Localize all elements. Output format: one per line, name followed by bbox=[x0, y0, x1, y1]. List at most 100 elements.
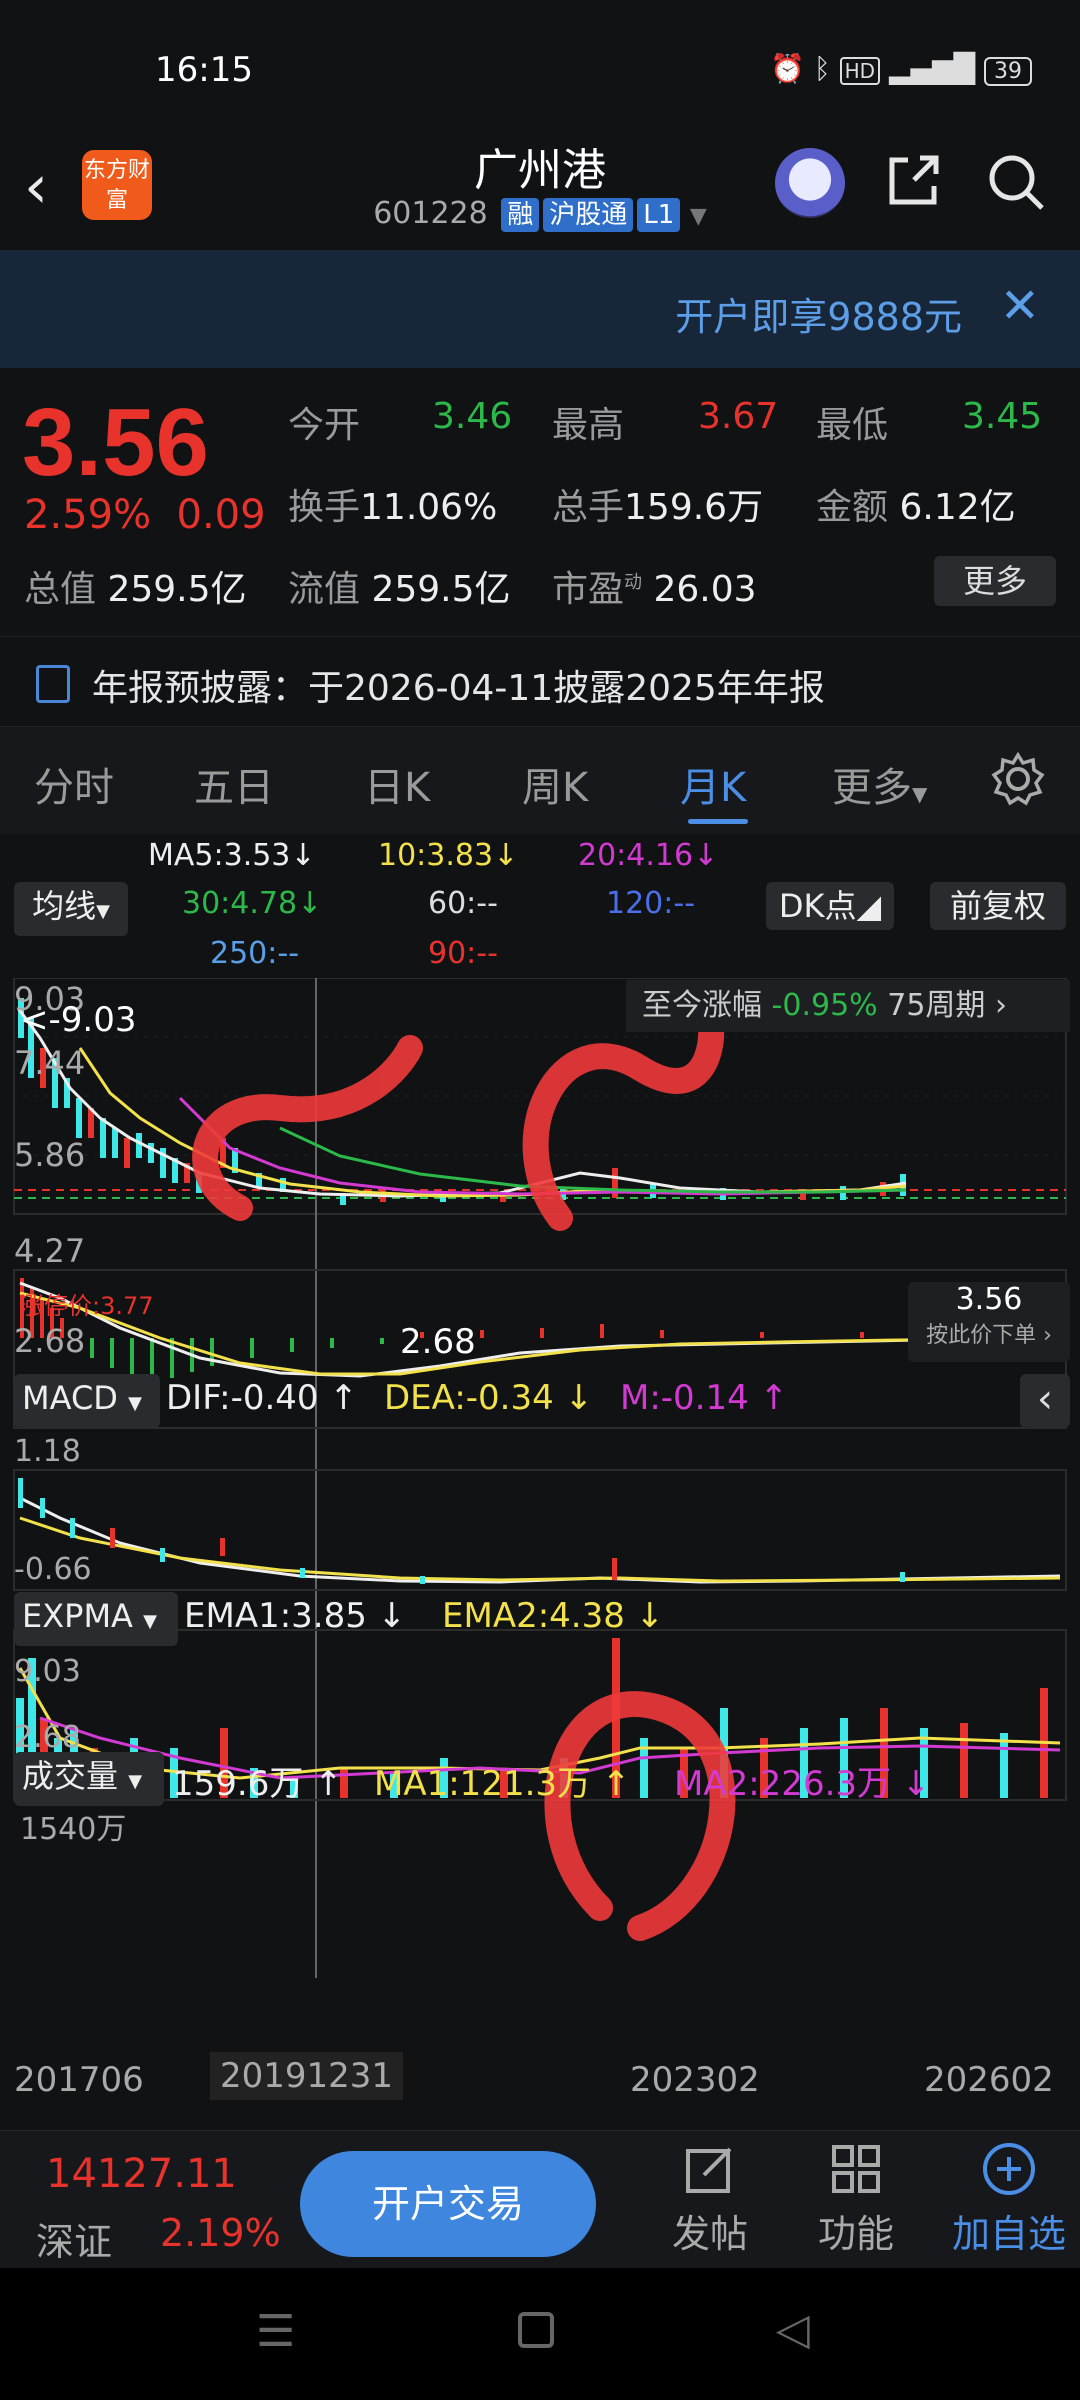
edit-icon bbox=[686, 2147, 732, 2193]
ma30-line bbox=[279, 1126, 907, 1194]
ma90-legend: 90:-- bbox=[428, 936, 498, 971]
document-icon bbox=[36, 665, 70, 703]
active-tab-indicator bbox=[688, 819, 748, 824]
home-icon[interactable] bbox=[518, 2312, 554, 2348]
alarm-icon: ⏰ bbox=[770, 52, 805, 85]
menu-icon[interactable]: ☰ bbox=[256, 2306, 295, 2357]
promo-banner[interactable]: 开户即享9888元 ✕ bbox=[0, 250, 1080, 368]
turnover-stat: 换手11.06% bbox=[288, 487, 498, 528]
price-change: 2.59% 0.09 bbox=[24, 492, 266, 538]
battery-icon: 39 bbox=[984, 57, 1032, 86]
index-name: 深证 bbox=[36, 2220, 113, 2264]
tab-weekly-k[interactable]: 周K bbox=[522, 755, 588, 813]
status-icons: ⏰ ᛒ HD ▂▄▆█ 39 bbox=[770, 52, 1032, 86]
pe-stat: 市盈动 26.03 bbox=[552, 569, 757, 610]
ma20-legend: 20:4.16↓ bbox=[578, 838, 719, 873]
expma-candles bbox=[18, 1478, 905, 1584]
volume-value: 159.6万 ↑ bbox=[172, 1764, 343, 1804]
dk-point-button[interactable]: DK点◢ bbox=[766, 882, 894, 930]
tab-five-day[interactable]: 五日 bbox=[194, 755, 274, 813]
more-stats-button[interactable]: 更多 bbox=[934, 556, 1056, 606]
open-stat: 今开 bbox=[288, 405, 361, 446]
expma-top-label: 9.03 bbox=[14, 1654, 81, 1689]
back-nav-icon[interactable]: ◁ bbox=[776, 2304, 810, 2355]
date-label-start: 201706 bbox=[14, 2060, 144, 2100]
tab-daily-k[interactable]: 日K bbox=[364, 755, 430, 813]
float-value-stat: 流值 259.5亿 bbox=[288, 569, 511, 610]
post-button[interactable]: 发帖 bbox=[650, 2141, 770, 2258]
gear-icon[interactable] bbox=[990, 751, 1046, 807]
vol-ma1-value: MA1:121.3万 ↑ bbox=[374, 1764, 631, 1804]
ma120-legend: 120:-- bbox=[606, 886, 696, 921]
collapse-panel-button[interactable]: ‹ bbox=[1020, 1374, 1070, 1428]
y-label-3: 4.27 bbox=[14, 1232, 86, 1270]
bottom-action-bar: 14127.11 深证 2.19% 开户交易 发帖 功能 加自选 bbox=[0, 2130, 1080, 2268]
notice-text: 年报预披露：于2026-04-11披露2025年年报 bbox=[92, 668, 825, 709]
change-pct: 2.59% bbox=[24, 492, 152, 538]
low-stat: 最低 bbox=[816, 405, 889, 446]
ema2-value: EMA2:4.38 ↓ bbox=[442, 1596, 665, 1636]
ma5-line bbox=[16, 1007, 907, 1198]
ma10-legend: 10:3.83↓ bbox=[378, 838, 519, 873]
open-value: 3.46 bbox=[432, 396, 513, 437]
macd-top-label: 1.18 bbox=[14, 1434, 81, 1469]
plus-circle-icon bbox=[983, 2143, 1035, 2195]
expma-indicator-select[interactable]: EXPMA ▼ bbox=[14, 1592, 178, 1646]
change-amount: 0.09 bbox=[176, 492, 266, 538]
date-label-cursor: 20191231 bbox=[210, 2052, 404, 2100]
tag-level: L1 bbox=[637, 198, 681, 232]
chevron-down-icon: ▼ bbox=[689, 204, 707, 229]
y-label-2: 5.86 bbox=[14, 1136, 86, 1174]
ema2-line bbox=[19, 1516, 1061, 1583]
ma5-legend: MA5:3.53↓ bbox=[148, 838, 316, 873]
notice-bar[interactable]: 年报预披露：于2026-04-11披露2025年年报 bbox=[0, 636, 1080, 726]
y-label-min: 2.68 bbox=[14, 1322, 86, 1360]
kline-chart[interactable] bbox=[0, 978, 1080, 1978]
ma30-legend: 30:4.78↓ bbox=[182, 886, 323, 921]
quote-panel: 3.56 2.59% 0.09 今开 3.46 最高 3.67 最低 3.45 … bbox=[0, 368, 1080, 628]
kline-chart-area[interactable]: MA5:3.53↓ 10:3.83↓ 20:4.16↓ 均线▼ 30:4.78↓… bbox=[0, 834, 1080, 2134]
high-value: 3.67 bbox=[698, 396, 779, 437]
status-bar: 16:15 ⏰ ᛒ HD ▂▄▆█ 39 bbox=[0, 0, 1080, 140]
macd-indicator-select[interactable]: MACD ▼ bbox=[14, 1374, 160, 1428]
high-stat: 最高 bbox=[552, 405, 625, 446]
since-change-box[interactable]: 至今涨幅 -0.95% 75周期 › bbox=[626, 980, 1070, 1032]
search-icon[interactable] bbox=[984, 150, 1048, 214]
index-value[interactable]: 14127.11 bbox=[46, 2151, 237, 2197]
date-label-end: 202602 bbox=[924, 2060, 1054, 2100]
current-price: 3.56 bbox=[22, 389, 209, 496]
low-value: 3.45 bbox=[962, 396, 1043, 437]
share-icon[interactable] bbox=[884, 150, 944, 210]
volume-indicator-select[interactable]: 成交量 ▼ bbox=[14, 1752, 164, 1806]
tab-intraday[interactable]: 分时 bbox=[34, 755, 114, 813]
date-label-mid: 202302 bbox=[630, 2060, 760, 2100]
max-price-arrow: <-9.03 bbox=[20, 1000, 137, 1040]
volume-stat: 总手159.6万 bbox=[552, 487, 764, 528]
ma60-legend: 60:-- bbox=[428, 886, 498, 921]
total-value-stat: 总值 259.5亿 bbox=[24, 569, 247, 610]
ma-type-select[interactable]: 均线▼ bbox=[14, 882, 128, 936]
nav-header: ‹ 东方财富 广州港 601228 融沪股通 L1 ▼ bbox=[0, 130, 1080, 250]
order-price-tag[interactable]: 3.56 按此价下单 › bbox=[908, 1282, 1070, 1362]
macd-bottom-label: -0.66 bbox=[14, 1552, 92, 1587]
system-nav-bar: ☰ ◁ bbox=[0, 2268, 1080, 2400]
bluetooth-icon: ᛒ bbox=[813, 52, 831, 85]
macd-dea-value: DEA:-0.34 ↓ bbox=[384, 1378, 594, 1418]
ai-assistant-icon[interactable] bbox=[775, 148, 845, 218]
add-watchlist-button[interactable]: 加自选 bbox=[944, 2141, 1074, 2258]
open-account-trade-button[interactable]: 开户交易 bbox=[300, 2151, 596, 2257]
period-tabs: 分时 五日 日K 周K 月K 更多▼ bbox=[0, 726, 1080, 834]
limit-price-label: 涨停价:3.77 bbox=[20, 1292, 154, 1320]
adjust-select[interactable]: 前复权 bbox=[930, 882, 1066, 930]
ema1-value: EMA1:3.85 ↓ bbox=[184, 1596, 407, 1636]
macd-dif-value: DIF:-0.40 ↑ bbox=[166, 1378, 358, 1418]
close-icon[interactable]: ✕ bbox=[1000, 278, 1040, 334]
tab-more[interactable]: 更多▼ bbox=[832, 755, 927, 813]
amount-stat: 金额 6.12亿 bbox=[816, 487, 1016, 528]
grid-icon bbox=[832, 2145, 880, 2193]
promo-text: 开户即享9888元 bbox=[675, 295, 962, 339]
macd-m-value: M:-0.14 ↑ bbox=[620, 1378, 789, 1418]
tab-monthly-k[interactable]: 月K bbox=[680, 755, 746, 813]
y-label-1: 7.44 bbox=[14, 1044, 86, 1082]
functions-button[interactable]: 功能 bbox=[796, 2141, 916, 2258]
